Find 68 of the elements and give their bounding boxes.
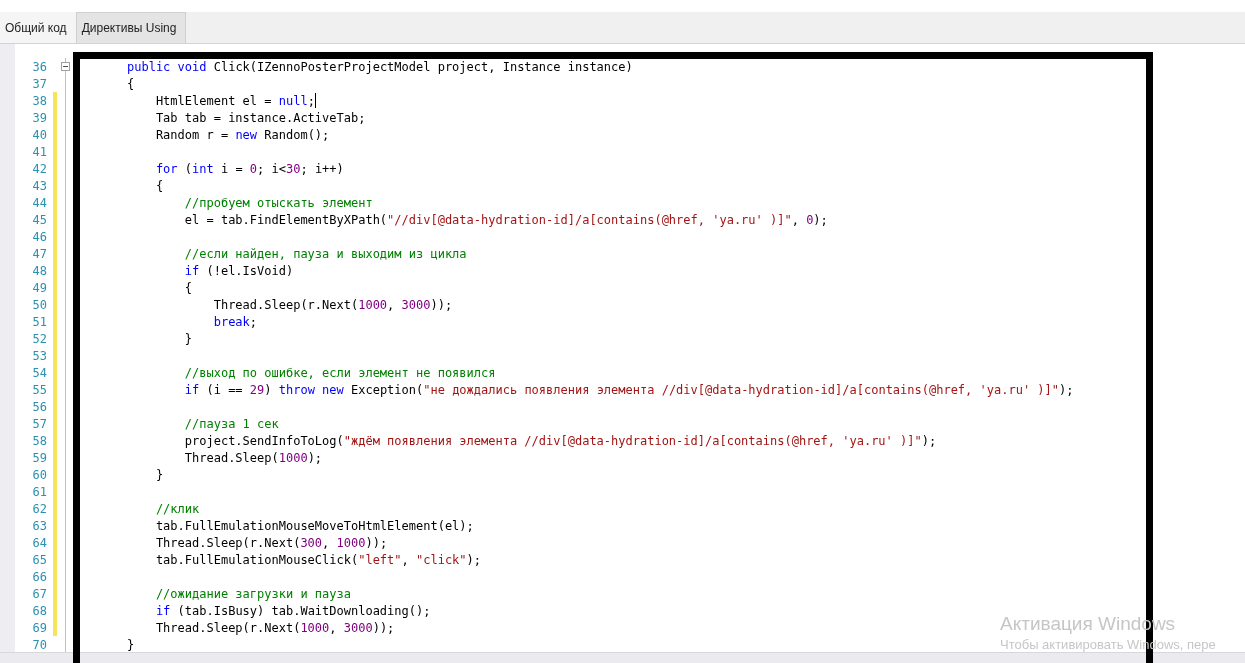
- line-number: 62: [31, 501, 48, 516]
- code-line: //выход по ошибке, если элемент не появился: [183, 365, 496, 380]
- code-line: }: [183, 331, 193, 346]
- line-number: 56: [31, 399, 48, 414]
- code-line: {: [183, 280, 193, 295]
- line-number: 67: [31, 586, 48, 601]
- line-number: 69: [31, 620, 48, 635]
- line-number: 39: [31, 110, 48, 125]
- line-number: 48: [31, 263, 48, 278]
- line-number: 65: [31, 552, 48, 567]
- line-number: 60: [31, 467, 48, 482]
- line-number: 54: [31, 365, 48, 380]
- code-line: if (tab.IsBusy) tab.WaitDownloading();: [154, 603, 431, 618]
- code-line: tab.FullEmulationMouseMoveToHtmlElement(el);: [154, 518, 474, 533]
- line-number: 58: [31, 433, 48, 448]
- code-line: }: [154, 467, 164, 482]
- line-number: 37: [31, 76, 48, 91]
- line-number: 41: [31, 144, 48, 159]
- line-number: 50: [31, 297, 48, 312]
- code-line: Thread.Sleep(r.Next(1000, 3000));: [154, 620, 395, 635]
- line-number: 40: [31, 127, 48, 142]
- code-line: {: [154, 178, 164, 193]
- line-number: 38: [31, 93, 48, 108]
- line-number: 49: [31, 280, 48, 295]
- code-line: //если найден, пауза и выходим из цикла: [183, 246, 467, 261]
- code-line: }: [127, 637, 135, 652]
- code-line: el = tab.FindElementByXPath("//div[@data-hydration-id]/a[contains(@href, 'ya.ru' )]", 0);: [183, 212, 828, 227]
- line-number: 66: [31, 569, 48, 584]
- code-line: Thread.Sleep(r.Next(1000, 3000));: [212, 297, 453, 312]
- line-number: 59: [31, 450, 48, 465]
- line-number: 44: [31, 195, 48, 210]
- line-number: 63: [31, 518, 48, 533]
- code-line: //клик: [154, 501, 200, 516]
- code-line: if (i == 29) throw new Exception("не дождались появления элемента //div[@data-hydration-id]/a[contains(@href, 'ya.ru' )]");: [183, 382, 1074, 397]
- code-line: //пробуем отыскать элемент: [183, 195, 373, 210]
- code-line: {: [127, 76, 135, 91]
- code-line: Tab tab = instance.ActiveTab;: [154, 110, 366, 125]
- line-number: 57: [31, 416, 48, 431]
- line-number: 51: [31, 314, 48, 329]
- line-number: 55: [31, 382, 48, 397]
- line-number: 61: [31, 484, 48, 499]
- code-line: break;: [212, 314, 258, 329]
- code-line: HtmlElement el = null;: [154, 93, 315, 108]
- code-line: tab.FullEmulationMouseClick("left", "click");: [154, 552, 482, 567]
- collapse-icon[interactable]: [61, 62, 70, 71]
- line-number: 42: [31, 161, 48, 176]
- line-number: 53: [31, 348, 48, 363]
- code-line: Thread.Sleep(r.Next(300, 1000));: [154, 535, 388, 550]
- line-number: 70: [31, 637, 48, 652]
- code-line: //ожидание загрузки и пауза: [154, 586, 351, 601]
- line-number: 45: [31, 212, 48, 227]
- code-line: public void Click(IZennoPosterProjectModel project, Instance instance): [127, 59, 633, 74]
- line-number: 68: [31, 603, 48, 618]
- code-line: for (int i = 0; i<30; i++): [154, 161, 344, 176]
- line-number: 43: [31, 178, 48, 193]
- horizontal-scrollbar[interactable]: [0, 652, 1245, 663]
- line-number: 52: [31, 331, 48, 346]
- code-line: if (!el.IsVoid): [183, 263, 294, 278]
- line-number: 47: [31, 246, 48, 261]
- code-line: project.SendInfoToLog("ждём появления элемента //div[@data-hydration-id]/a[contains(@href, 'ya.ru' )]");: [183, 433, 937, 448]
- line-number: 64: [31, 535, 48, 550]
- line-number: 36: [31, 59, 48, 74]
- code-line: //пауза 1 сек: [183, 416, 279, 431]
- code-line: Thread.Sleep(1000);: [183, 450, 323, 465]
- tab[interactable]: Директивы Using: [75, 12, 187, 43]
- tab[interactable]: Общий код: [0, 12, 76, 43]
- code-line: Random r = new Random();: [154, 127, 330, 142]
- line-number: 46: [31, 229, 48, 244]
